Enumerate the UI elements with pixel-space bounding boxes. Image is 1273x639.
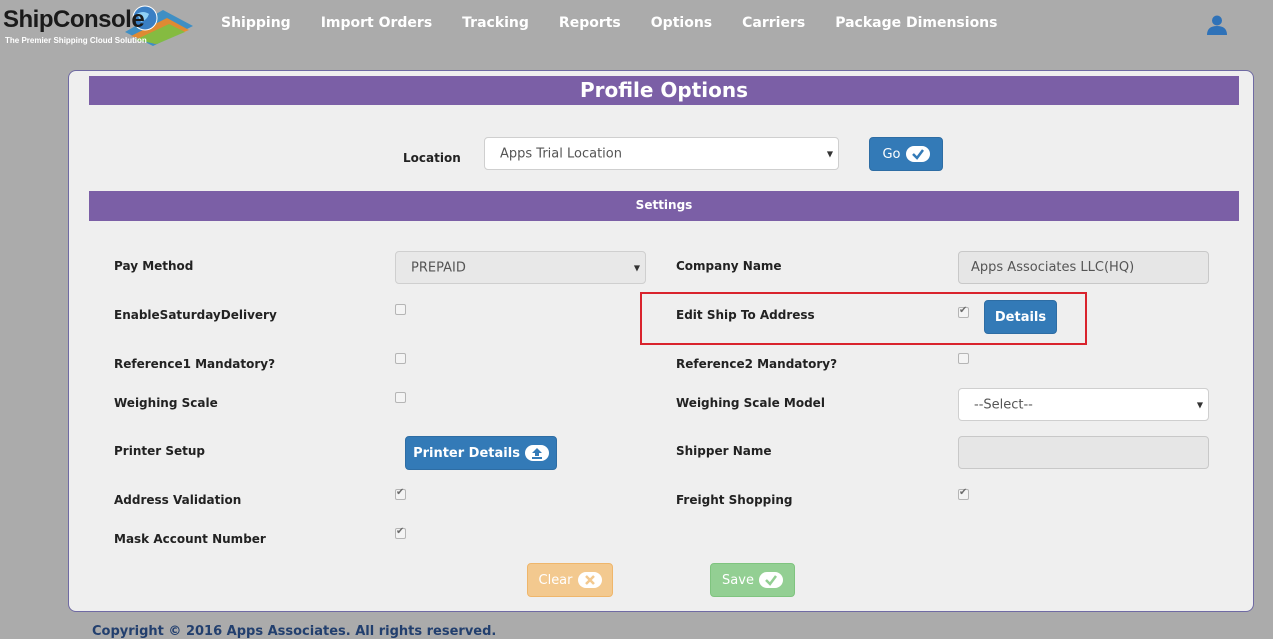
saturday-delivery-label: EnableSaturdayDelivery <box>114 308 277 322</box>
reference2-label: Reference2 Mandatory? <box>676 357 838 371</box>
reference1-label: Reference1 Mandatory? <box>114 357 276 371</box>
reference2-checkbox[interactable] <box>958 353 969 364</box>
weighing-model-value: --Select-- <box>974 397 1033 412</box>
shipper-name-label: Shipper Name <box>676 444 772 458</box>
location-select[interactable]: Apps Trial Location ▼ <box>484 137 839 170</box>
address-validation-checkbox[interactable] <box>395 487 406 500</box>
freight-shopping-label: Freight Shopping <box>676 493 793 507</box>
clear-button[interactable]: Clear <box>527 563 613 597</box>
pay-method-label: Pay Method <box>114 259 194 273</box>
go-button-label: Go <box>882 146 901 162</box>
freight-shopping-checkbox[interactable] <box>958 487 969 500</box>
nav-shipping[interactable]: Shipping <box>206 15 306 31</box>
nav-package-dimensions[interactable]: Package Dimensions <box>820 15 1012 31</box>
company-name-value: Apps Associates LLC(HQ) <box>971 260 1135 275</box>
nav-tracking[interactable]: Tracking <box>447 15 544 31</box>
mask-account-checkbox[interactable] <box>395 526 406 539</box>
save-button[interactable]: Save <box>710 563 795 597</box>
close-circle-icon <box>577 572 602 588</box>
reference1-checkbox[interactable] <box>395 353 406 364</box>
brand-logo[interactable]: ShipConsole The Premier Shipping Cloud S… <box>3 2 193 50</box>
settings-header: Settings <box>89 191 1239 221</box>
go-button[interactable]: Go <box>869 137 943 171</box>
shipper-name-field[interactable] <box>958 436 1209 469</box>
printer-details-label: Printer Details <box>413 445 520 461</box>
edit-ship-to-checkbox[interactable] <box>958 305 969 318</box>
caret-down-icon: ▼ <box>1196 400 1203 409</box>
mask-account-label: Mask Account Number <box>114 532 266 546</box>
weighing-model-select[interactable]: --Select-- ▼ <box>958 388 1209 421</box>
check-circle-icon <box>905 146 930 162</box>
edit-ship-to-label: Edit Ship To Address <box>676 308 815 322</box>
weighing-scale-label: Weighing Scale <box>114 396 218 410</box>
nav-import-orders[interactable]: Import Orders <box>306 15 447 31</box>
location-select-value: Apps Trial Location <box>500 146 622 161</box>
pay-method-value: PREPAID <box>411 260 466 275</box>
user-icon[interactable] <box>1206 14 1228 40</box>
caret-down-icon: ▼ <box>826 149 833 158</box>
company-name-field[interactable]: Apps Associates LLC(HQ) <box>958 251 1209 284</box>
pay-method-select[interactable]: PREPAID ▼ <box>395 251 646 284</box>
weighing-model-label: Weighing Scale Model <box>676 396 825 410</box>
details-button[interactable]: Details <box>984 300 1057 334</box>
caret-down-icon: ▼ <box>633 263 640 272</box>
weighing-scale-checkbox[interactable] <box>395 392 406 403</box>
save-button-label: Save <box>722 572 754 588</box>
details-button-label: Details <box>994 309 1047 325</box>
upload-icon <box>524 445 549 461</box>
check-circle-icon <box>758 572 783 588</box>
nav-carriers[interactable]: Carriers <box>727 15 820 31</box>
address-validation-label: Address Validation <box>114 493 242 507</box>
printer-details-button[interactable]: Printer Details <box>405 436 557 470</box>
saturday-delivery-checkbox[interactable] <box>395 304 406 315</box>
clear-button-label: Clear <box>538 572 573 588</box>
nav-options[interactable]: Options <box>636 15 727 31</box>
nav-reports[interactable]: Reports <box>544 15 636 31</box>
brand-name: ShipConsole <box>3 6 145 33</box>
main-nav: Shipping Import Orders Tracking Reports … <box>206 15 1013 31</box>
profile-options-panel: Profile Options Location Apps Trial Loca… <box>68 70 1254 612</box>
company-name-label: Company Name <box>676 259 782 273</box>
page-title: Profile Options <box>89 76 1239 105</box>
brand-tagline: The Premier Shipping Cloud Solution <box>5 36 147 45</box>
location-label: Location <box>403 151 461 165</box>
printer-setup-label: Printer Setup <box>114 444 205 458</box>
